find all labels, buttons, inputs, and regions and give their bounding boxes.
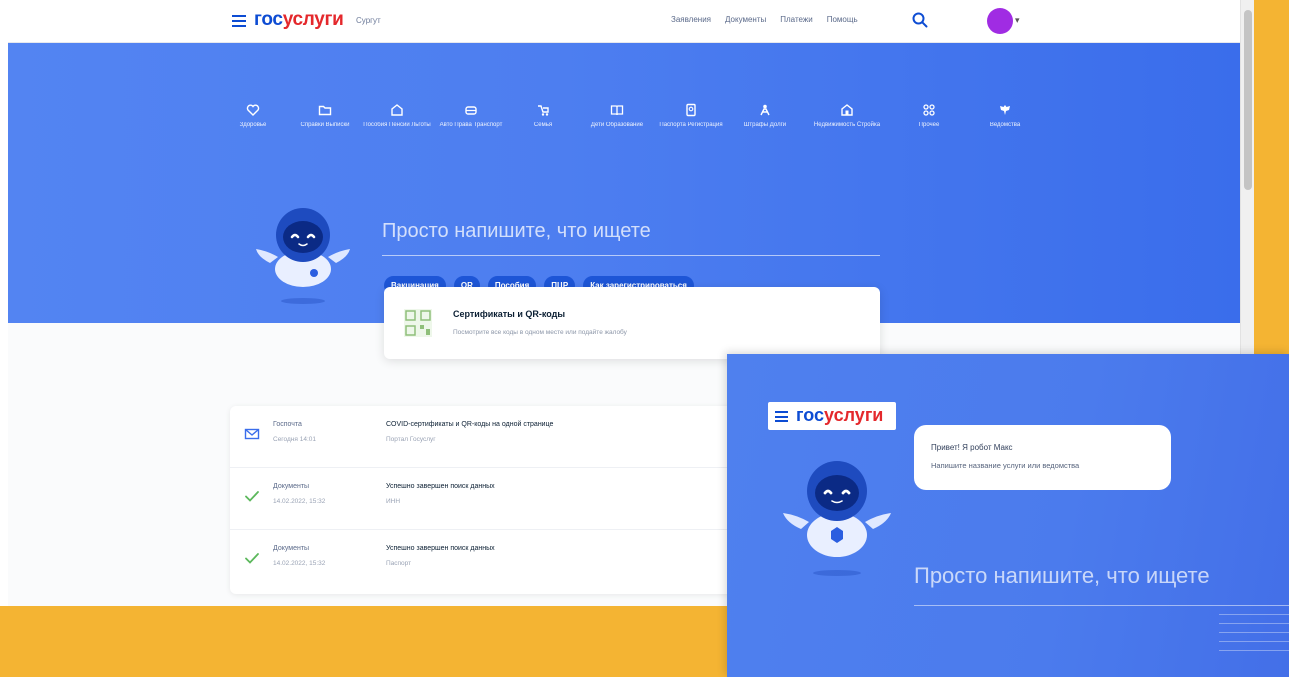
scrollbar-thumb[interactable] (1244, 10, 1252, 190)
category-realty[interactable]: Недвижимость Стройка (812, 103, 882, 129)
category-label: Пособия Пенсии Льготы (363, 122, 431, 128)
category-label: Авто Права Транспорт (439, 122, 503, 128)
category-label: Штрафы Долги (743, 122, 787, 128)
category-fines[interactable]: Штрафы Долги (730, 103, 800, 129)
category-agencies[interactable]: Ведомства (970, 103, 1040, 129)
robot-max-icon (256, 208, 350, 304)
feed-source: Документы (273, 483, 310, 490)
robot-max-icon (783, 461, 891, 576)
nav-help[interactable]: Помощь (827, 15, 858, 24)
decorative-stripes (1219, 614, 1289, 659)
building-icon (841, 104, 853, 116)
hero-section: Здоровье Справки Выписки Пособия Пенсии … (8, 43, 1240, 323)
feed-subtitle: Паспорт (386, 560, 412, 567)
feed-subtitle: ИНН (386, 498, 401, 505)
overlay-search-underline (914, 605, 1289, 606)
house-icon (391, 104, 403, 116)
passport-icon (686, 103, 696, 117)
stroller-icon (538, 105, 549, 116)
qr-code-icon (404, 309, 432, 337)
category-label: Ведомства (989, 122, 1021, 128)
feed-title: COVID-сертификаты и QR-коды на одной стр… (386, 421, 554, 428)
feed-time: Сегодня 14:01 (273, 436, 316, 443)
mail-icon (244, 428, 260, 440)
category-label: Недвижимость Стройка (813, 122, 881, 128)
emblem-icon (1000, 105, 1010, 115)
top-header: госуслуги Сургут Заявления Документы Пла… (8, 0, 1240, 43)
certificates-card[interactable]: Сертификаты и QR-коды Посмотрите все код… (384, 287, 880, 359)
search-prompt[interactable]: Просто напишите, что ищете (382, 220, 651, 243)
bubble-hint: Напишите название услуги или ведомства (931, 461, 1080, 470)
fine-icon (760, 104, 770, 116)
car-icon (465, 106, 477, 115)
logo-part-uslugi: услуги (282, 9, 344, 30)
category-label: Прочее (918, 122, 940, 128)
category-label: Дети Образование (590, 122, 644, 128)
check-icon (245, 491, 259, 502)
logo-part-gos: гос (254, 9, 283, 30)
heart-icon (246, 104, 260, 116)
category-label: Семья (533, 122, 553, 128)
search-underline (382, 255, 880, 256)
category-benefits[interactable]: Пособия Пенсии Льготы (362, 103, 432, 129)
overlay-search-prompt[interactable]: Просто напишите, что ищете (914, 563, 1210, 589)
feed-subtitle: Портал Госуслуг (386, 436, 436, 443)
feed-time: 14.02.2022, 15:32 (273, 498, 326, 505)
feed-source: Госпочта (273, 421, 302, 428)
category-label: Справки Выписки (300, 122, 350, 128)
site-logo[interactable]: госуслуги (254, 9, 344, 31)
category-health[interactable]: Здоровье (218, 103, 288, 129)
nav-documents[interactable]: Документы (725, 15, 766, 24)
feed-title: Успешно завершен поиск данных (386, 483, 495, 490)
check-icon (245, 553, 259, 564)
category-other[interactable]: Прочее (894, 103, 964, 129)
bubble-greeting: Привет! Я робот Макс (931, 443, 1013, 452)
card-title: Сертификаты и QR-коды (453, 309, 566, 319)
category-passports[interactable]: Паспорта Регистрация (656, 103, 726, 129)
grid-icon (923, 104, 935, 116)
category-certificates[interactable]: Справки Выписки (290, 103, 360, 129)
category-family[interactable]: Семья (508, 103, 578, 129)
card-subtitle: Посмотрите все коды в одном месте или по… (453, 329, 627, 336)
feed-source: Документы (273, 545, 310, 552)
feed-title: Успешно завершен поиск данных (386, 545, 495, 552)
category-label: Здоровье (239, 122, 267, 128)
menu-icon[interactable] (232, 15, 246, 27)
notifications-feed: Госпочта Сегодня 14:01 COVID-сертификаты… (230, 406, 750, 594)
folder-icon (318, 105, 332, 116)
book-icon (610, 105, 624, 116)
nav-applications[interactable]: Заявления (671, 15, 711, 24)
nav-payments[interactable]: Платежи (780, 15, 812, 24)
category-education[interactable]: Дети Образование (582, 103, 652, 129)
search-icon[interactable] (911, 11, 929, 29)
robot-max-panel: госуслуги Привет! Я робот Макс Напишите … (727, 354, 1289, 677)
menu-icon (775, 411, 788, 422)
robot-speech-bubble: Привет! Я робот Макс Напишите название у… (914, 425, 1171, 490)
overlay-logo-text: госуслуги (796, 405, 883, 426)
feed-item[interactable]: Госпочта Сегодня 14:01 COVID-сертификаты… (230, 406, 750, 468)
logo-part-uslugi: услуги (824, 405, 884, 425)
feed-item[interactable]: Документы 14.02.2022, 15:32 Успешно заве… (230, 530, 750, 592)
avatar[interactable] (987, 8, 1013, 34)
feed-item[interactable]: Документы 14.02.2022, 15:32 Успешно заве… (230, 468, 750, 530)
chevron-down-icon[interactable]: ▾ (1015, 15, 1020, 26)
top-nav: Заявления Документы Платежи Помощь (671, 15, 858, 24)
logo-part-gos: гос (796, 405, 825, 425)
city-selector[interactable]: Сургут (356, 16, 381, 25)
category-label: Паспорта Регистрация (659, 122, 723, 128)
overlay-logo: госуслуги (768, 402, 896, 430)
screenshot-stage: госуслуги Сургут Заявления Документы Пла… (0, 0, 1289, 677)
feed-time: 14.02.2022, 15:32 (273, 560, 326, 567)
category-auto[interactable]: Авто Права Транспорт (436, 103, 506, 129)
